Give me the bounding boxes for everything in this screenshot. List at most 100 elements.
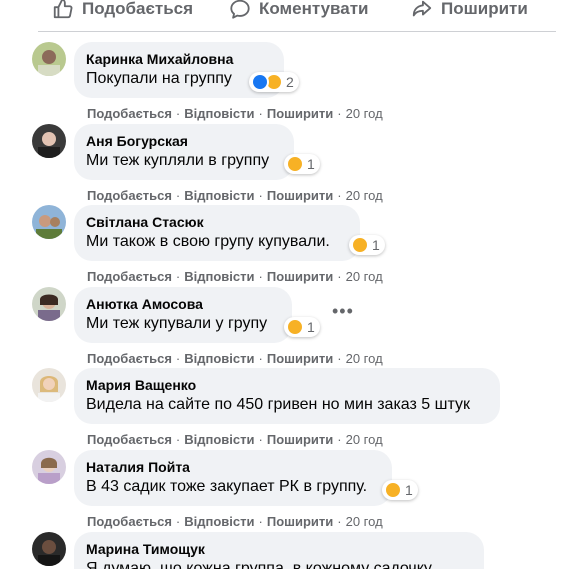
comment-author[interactable]: Анютка Амосова: [86, 295, 280, 313]
comment-author[interactable]: Світлана Стасюк: [86, 213, 348, 231]
avatar[interactable]: [32, 532, 66, 566]
comment-author[interactable]: Марина Тимощук: [86, 540, 472, 558]
separator: ·: [175, 106, 181, 121]
comment-text: Ми теж купляли в группу: [86, 152, 270, 169]
separator: ·: [175, 514, 181, 529]
comment-text: В 43 садик тоже закупает РК в группу.: [86, 478, 368, 495]
comment-reply-link[interactable]: Відповісти: [184, 432, 254, 447]
comment-text: Ми також в свою групу купували.: [86, 233, 330, 250]
separator: ·: [258, 269, 263, 284]
avatar[interactable]: [32, 368, 66, 402]
comment-bubble: Наталия Пойта В 43 садик тоже закупает Р…: [74, 450, 392, 506]
reaction-count: 1: [372, 237, 380, 253]
separator: ·: [175, 188, 181, 203]
share-button-label: Поширити: [441, 0, 528, 18]
separator: ·: [258, 106, 263, 121]
reaction-summary[interactable]: 2: [249, 72, 299, 92]
comment-timestamp[interactable]: 20 год: [346, 106, 383, 121]
avatar[interactable]: [32, 42, 66, 76]
comment-reply-link[interactable]: Відповісти: [184, 106, 254, 121]
reaction-summary[interactable]: 1: [284, 317, 320, 337]
comment-timestamp[interactable]: 20 год: [346, 514, 383, 529]
more-options-icon[interactable]: •••: [332, 301, 354, 322]
like-reaction-icon: [251, 73, 269, 91]
comment-author[interactable]: Наталия Пойта: [86, 458, 380, 476]
sad-reaction-icon: [286, 155, 304, 173]
separator: ·: [337, 188, 342, 203]
comment-bubble: Марина Тимощук Я думаю, що кожна группа,…: [74, 532, 484, 569]
like-button[interactable]: Подобається: [52, 0, 193, 24]
reaction-summary[interactable]: 1: [349, 235, 385, 255]
reaction-count: 1: [405, 482, 413, 498]
comment-text: Покупали на группу: [86, 70, 232, 87]
separator: ·: [258, 432, 263, 447]
comment-bubble: Світлана Стасюк Ми також в свою групу ку…: [74, 205, 360, 261]
comment-share-link[interactable]: Поширити: [267, 432, 333, 447]
post-action-bar: Подобається Коментувати Поширити: [38, 0, 556, 32]
comment-timestamp[interactable]: 20 год: [346, 432, 383, 447]
comment-text: Ми теж купували у групу: [86, 315, 268, 332]
reaction-count: 1: [307, 156, 315, 172]
comment-like-link[interactable]: Подобається: [87, 351, 172, 366]
speech-bubble-icon: [230, 0, 250, 19]
separator: ·: [175, 351, 181, 366]
comment-timestamp[interactable]: 20 год: [346, 188, 383, 203]
sad-reaction-icon: [351, 236, 369, 254]
comment-reply-link[interactable]: Відповісти: [184, 514, 254, 529]
comment-share-link[interactable]: Поширити: [267, 106, 333, 121]
separator: ·: [337, 432, 342, 447]
comment-timestamp[interactable]: 20 год: [346, 269, 383, 284]
comment-timestamp[interactable]: 20 год: [346, 351, 383, 366]
comment-share-link[interactable]: Поширити: [267, 188, 333, 203]
separator: ·: [337, 514, 342, 529]
sad-reaction-icon: [286, 318, 304, 336]
reaction-count: 2: [286, 74, 294, 90]
comment-meta: Подобається · Відповісти · Поширити · 20 год: [87, 351, 383, 366]
separator: ·: [258, 514, 263, 529]
comment-reply-link[interactable]: Відповісти: [184, 351, 254, 366]
share-button[interactable]: Поширити: [411, 0, 528, 24]
avatar[interactable]: [32, 205, 66, 239]
avatar[interactable]: [32, 450, 66, 484]
separator: ·: [337, 106, 342, 121]
comment-like-link[interactable]: Подобається: [87, 269, 172, 284]
comment-like-link[interactable]: Подобається: [87, 106, 172, 121]
comment-reply-link[interactable]: Відповісти: [184, 269, 254, 284]
comment-share-link[interactable]: Поширити: [267, 269, 333, 284]
comment-share-link[interactable]: Поширити: [267, 351, 333, 366]
avatar[interactable]: [32, 124, 66, 158]
separator: ·: [175, 432, 181, 447]
comment-author[interactable]: Аня Богурская: [86, 132, 282, 150]
separator: ·: [175, 269, 181, 284]
comment-author[interactable]: Каринка Михайловна: [86, 50, 272, 68]
separator: ·: [258, 351, 263, 366]
comment-share-link[interactable]: Поширити: [267, 514, 333, 529]
reaction-summary[interactable]: 1: [382, 480, 418, 500]
avatar[interactable]: [32, 287, 66, 321]
comment-button-label: Коментувати: [259, 0, 369, 18]
separator: ·: [337, 351, 342, 366]
comment-meta: Подобається · Відповісти · Поширити · 20 год: [87, 514, 383, 529]
comment-bubble: Мария Ващенко Видела на сайте по 450 гри…: [74, 368, 500, 424]
comment-button[interactable]: Коментувати: [229, 0, 369, 24]
separator: ·: [337, 269, 342, 284]
reaction-summary[interactable]: 1: [284, 154, 320, 174]
separator: ·: [258, 188, 263, 203]
comment-text: Видела на сайте по 450 гривен но мин зак…: [86, 396, 470, 413]
comment-reply-link[interactable]: Відповісти: [184, 188, 254, 203]
comment-bubble: Анютка Амосова Ми теж купували у групу: [74, 287, 292, 343]
comment-meta: Подобається · Відповісти · Поширити · 20 год: [87, 432, 383, 447]
thumbs-up-icon: [53, 0, 73, 19]
comment-meta: Подобається · Відповісти · Поширити · 20 год: [87, 269, 383, 284]
comment-like-link[interactable]: Подобається: [87, 432, 172, 447]
comment-bubble: Аня Богурская Ми теж купляли в группу: [74, 124, 294, 180]
like-button-label: Подобається: [82, 0, 194, 18]
comment-author[interactable]: Мария Ващенко: [86, 376, 488, 394]
comment-meta: Подобається · Відповісти · Поширити · 20 год: [87, 106, 383, 121]
comment-like-link[interactable]: Подобається: [87, 514, 172, 529]
reaction-count: 1: [307, 319, 315, 335]
comment-text: Я думаю, що кожна группа, в кожному садо…: [86, 560, 432, 569]
comment-like-link[interactable]: Подобається: [87, 188, 172, 203]
sad-reaction-icon: [384, 481, 402, 499]
comment-meta: Подобається · Відповісти · Поширити · 20 год: [87, 188, 383, 203]
